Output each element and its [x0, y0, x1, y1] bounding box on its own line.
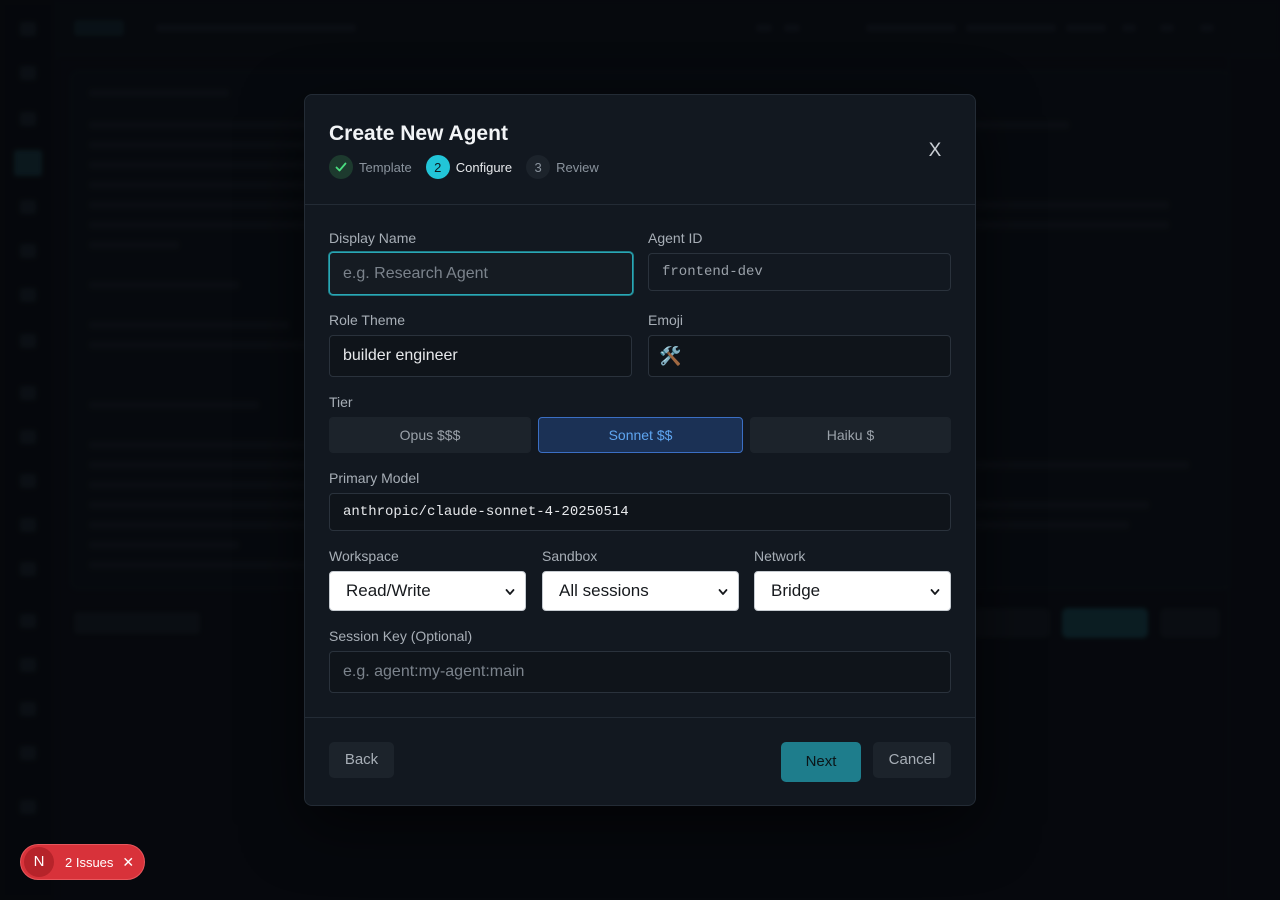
issues-badge[interactable]: N 2 Issues ✕ — [20, 844, 145, 880]
role-theme-input[interactable] — [329, 335, 632, 377]
next-button[interactable]: Next — [781, 742, 861, 782]
step-template[interactable]: Template — [329, 155, 412, 179]
modal-title: Create New Agent — [329, 122, 508, 145]
tier-sonnet-button[interactable]: Sonnet $$ — [538, 417, 743, 453]
network-value: Bridge — [771, 581, 821, 600]
chevron-down-icon — [930, 589, 940, 595]
tier-haiku-button[interactable]: Haiku $ — [750, 417, 951, 453]
agent-id-label: Agent ID — [648, 230, 703, 246]
framework-logo: N — [24, 847, 54, 877]
step-number: 3 — [526, 155, 551, 179]
network-label: Network — [754, 548, 806, 564]
workspace-label: Workspace — [329, 548, 399, 564]
tier-label: Tier — [329, 394, 353, 410]
back-button[interactable]: Back — [329, 742, 394, 778]
workspace-select[interactable]: Read/Write — [329, 571, 526, 611]
step-label: Review — [556, 159, 599, 175]
step-review[interactable]: 3 Review — [526, 155, 599, 179]
step-label: Template — [359, 159, 412, 175]
primary-model-input[interactable] — [329, 493, 951, 531]
create-agent-modal: Create New Agent Template 2 Configure 3 … — [304, 94, 976, 806]
modal-footer: Back Next Cancel — [305, 717, 975, 807]
step-label: Configure — [455, 159, 513, 175]
sandbox-value: All sessions — [559, 581, 649, 600]
sandbox-select[interactable]: All sessions — [542, 571, 739, 611]
step-configure[interactable]: 2 Configure — [425, 155, 513, 179]
emoji-label: Emoji — [648, 312, 684, 328]
chevron-down-icon — [505, 589, 515, 595]
primary-model-label: Primary Model — [329, 470, 420, 486]
session-key-label: Session Key (Optional) — [329, 628, 473, 644]
agent-id-input[interactable] — [648, 253, 951, 291]
cancel-button[interactable]: Cancel — [873, 742, 951, 778]
role-theme-label: Role Theme — [329, 312, 406, 328]
issues-count: 2 Issues — [65, 854, 114, 870]
display-name-label: Display Name — [329, 230, 417, 246]
step-number: 2 — [425, 155, 450, 179]
check-icon — [329, 155, 353, 179]
sandbox-label: Sandbox — [542, 548, 598, 564]
close-icon[interactable]: ✕ — [122, 854, 134, 871]
close-icon[interactable]: X — [923, 139, 947, 163]
chevron-down-icon — [718, 589, 728, 595]
stepper: Template 2 Configure 3 Review — [329, 155, 613, 179]
tier-opus-button[interactable]: Opus $$$ — [329, 417, 531, 453]
session-key-input[interactable] — [329, 651, 951, 693]
workspace-value: Read/Write — [346, 581, 431, 600]
network-select[interactable]: Bridge — [754, 571, 951, 611]
emoji-input[interactable] — [648, 335, 951, 377]
display-name-input[interactable] — [329, 252, 633, 295]
modal-header: Create New Agent Template 2 Configure 3 … — [305, 95, 975, 205]
